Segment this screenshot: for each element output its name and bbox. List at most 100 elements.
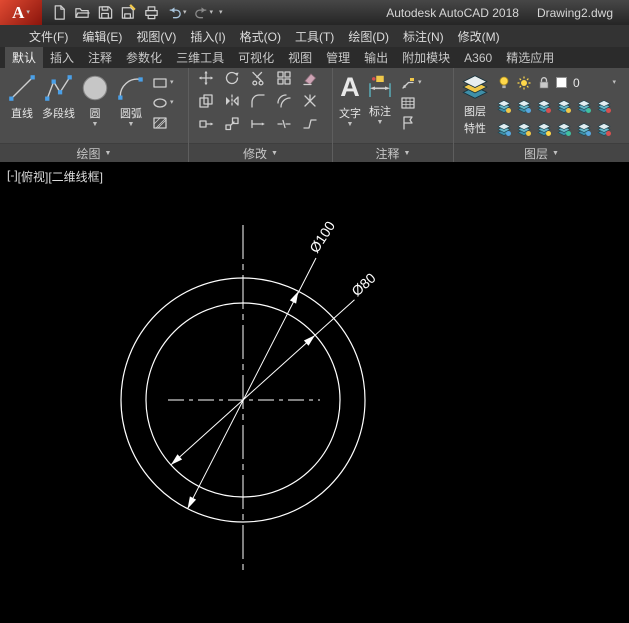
layer-lock-icon[interactable] — [556, 98, 572, 114]
viewport-menu-control[interactable]: [-] — [7, 168, 18, 185]
layer-merge-icon[interactable] — [596, 121, 612, 137]
menu-insert[interactable]: 插入(I) — [183, 25, 232, 48]
new-file-button[interactable] — [48, 2, 71, 23]
polyline-button[interactable]: 多段线 — [40, 70, 77, 121]
panel-draw-title: 绘图 — [77, 145, 101, 162]
join-button[interactable] — [297, 116, 323, 132]
view-direction-control[interactable]: [俯视] — [18, 168, 49, 185]
tab-featured-apps[interactable]: 精选应用 — [499, 47, 561, 68]
panel-draw: 直线 多段线 圆 ▼ 圆弧 ▼ — [0, 68, 188, 162]
layer-freeze-icon[interactable] — [516, 98, 532, 114]
chevron-down-icon: ▼ — [271, 150, 278, 157]
open-button[interactable] — [71, 2, 94, 23]
tab-annotate[interactable]: 注释 — [81, 47, 119, 68]
layer-properties-button[interactable]: 图层 特性 — [458, 70, 492, 136]
leader-button[interactable]: ▾ — [400, 74, 422, 91]
rotate-button[interactable] — [219, 70, 245, 86]
tab-parametric[interactable]: 参数化 — [119, 47, 169, 68]
layer-previous-icon[interactable] — [596, 98, 612, 114]
chevron-down-icon: ▾ — [612, 79, 616, 86]
chevron-down-icon: ▼ — [377, 119, 384, 126]
layer-isolate-icon[interactable] — [496, 98, 512, 114]
drawing-area[interactable]: Ø100 Ø80 [-] [俯视] [二维线框] — [0, 162, 629, 618]
dimension-button[interactable]: 标注 ▼ — [363, 70, 397, 126]
tab-visualize[interactable]: 可视化 — [231, 47, 281, 68]
menu-edit[interactable]: 编辑(E) — [75, 25, 129, 48]
explode-button[interactable] — [297, 93, 323, 109]
layer-unisolate-icon[interactable] — [496, 121, 512, 137]
mirror-button[interactable] — [219, 93, 245, 109]
tab-output[interactable]: 输出 — [357, 47, 395, 68]
sun-icon — [516, 75, 532, 91]
circle-button[interactable]: 圆 ▼ — [77, 70, 113, 128]
dim-80-line[interactable] — [171, 300, 355, 465]
layer-tools-row-2 — [496, 117, 622, 140]
fillet-button[interactable] — [245, 93, 271, 109]
dimension-label: 标注 — [369, 103, 391, 119]
tab-a360[interactable]: A360 — [457, 47, 499, 68]
menu-modify[interactable]: 修改(M) — [451, 25, 507, 48]
scale-button[interactable] — [219, 116, 245, 132]
ellipse-button[interactable]: ▾ — [152, 94, 174, 111]
panel-modify-label[interactable]: 修改 ▼ — [189, 143, 332, 162]
stretch-button[interactable] — [193, 116, 219, 132]
trim-button[interactable] — [245, 70, 271, 86]
break-button[interactable] — [271, 116, 297, 132]
app-menu-button[interactable]: A ▾ — [0, 0, 42, 25]
erase-button[interactable] — [297, 70, 323, 86]
dim-100-text[interactable]: Ø100 — [306, 218, 338, 256]
hatch-button[interactable] — [152, 114, 174, 131]
panel-modify-title: 修改 — [243, 145, 267, 162]
panel-annotate-label[interactable]: 注释 ▼ — [333, 143, 453, 162]
layer-walk-icon[interactable] — [576, 121, 592, 137]
chevron-down-icon: ▼ — [92, 121, 99, 128]
tab-addins[interactable]: 附加模块 — [395, 47, 457, 68]
layer-dropdown[interactable]: 0 ▾ — [496, 71, 622, 94]
lengthen-button[interactable] — [245, 116, 271, 132]
layer-thaw-icon[interactable] — [516, 121, 532, 137]
rectangle-button[interactable]: ▾ — [152, 74, 174, 91]
tab-3d-tools[interactable]: 三维工具 — [169, 47, 231, 68]
table-button[interactable] — [400, 94, 422, 111]
panel-draw-label[interactable]: 绘图 ▼ — [0, 143, 188, 162]
tab-default[interactable]: 默认 — [5, 47, 43, 68]
array-button[interactable] — [271, 70, 297, 86]
copy-button[interactable] — [193, 93, 219, 109]
tab-manage[interactable]: 管理 — [319, 47, 357, 68]
line-button[interactable]: 直线 — [4, 70, 40, 121]
plot-button[interactable] — [140, 2, 163, 23]
layer-unlock-icon[interactable] — [556, 121, 572, 137]
undo-button[interactable]: ▾ — [163, 2, 190, 23]
text-icon: A — [340, 72, 360, 104]
text-button[interactable]: A 文字 ▼ — [337, 70, 363, 128]
menu-tools[interactable]: 工具(T) — [288, 25, 341, 48]
layer-match-icon[interactable] — [576, 98, 592, 114]
redo-button[interactable]: ▾ — [190, 2, 217, 23]
dim-80-text[interactable]: Ø80 — [348, 269, 379, 299]
layer-off-icon[interactable] — [536, 98, 552, 114]
markup-button[interactable] — [400, 114, 422, 131]
layer-on-icon[interactable] — [536, 121, 552, 137]
menu-file[interactable]: 文件(F) — [22, 25, 75, 48]
menu-format[interactable]: 格式(O) — [233, 25, 288, 48]
save-as-button[interactable] — [117, 2, 140, 23]
offset-button[interactable] — [271, 93, 297, 109]
save-button[interactable] — [94, 2, 117, 23]
arc-button[interactable]: 圆弧 ▼ — [113, 70, 149, 128]
leader-icon — [400, 75, 416, 91]
app-title: Autodesk AutoCAD 2018 — [386, 6, 519, 20]
line-label: 直线 — [11, 105, 33, 121]
draw-extra-tools: ▾ ▾ — [149, 70, 174, 131]
menu-draw[interactable]: 绘图(D) — [341, 25, 396, 48]
hatch-icon — [152, 115, 168, 131]
arc-icon — [115, 72, 147, 104]
qat-customize-button[interactable]: ▾ — [216, 2, 226, 23]
visual-style-control[interactable]: [二维线框] — [48, 168, 103, 185]
tab-insert[interactable]: 插入 — [43, 47, 81, 68]
menu-dimension[interactable]: 标注(N) — [396, 25, 451, 48]
menu-view[interactable]: 视图(V) — [129, 25, 183, 48]
trim-icon — [250, 70, 266, 86]
panel-layers-label[interactable]: 图层 ▼ — [454, 143, 629, 162]
move-button[interactable] — [193, 70, 219, 86]
tab-view[interactable]: 视图 — [281, 47, 319, 68]
